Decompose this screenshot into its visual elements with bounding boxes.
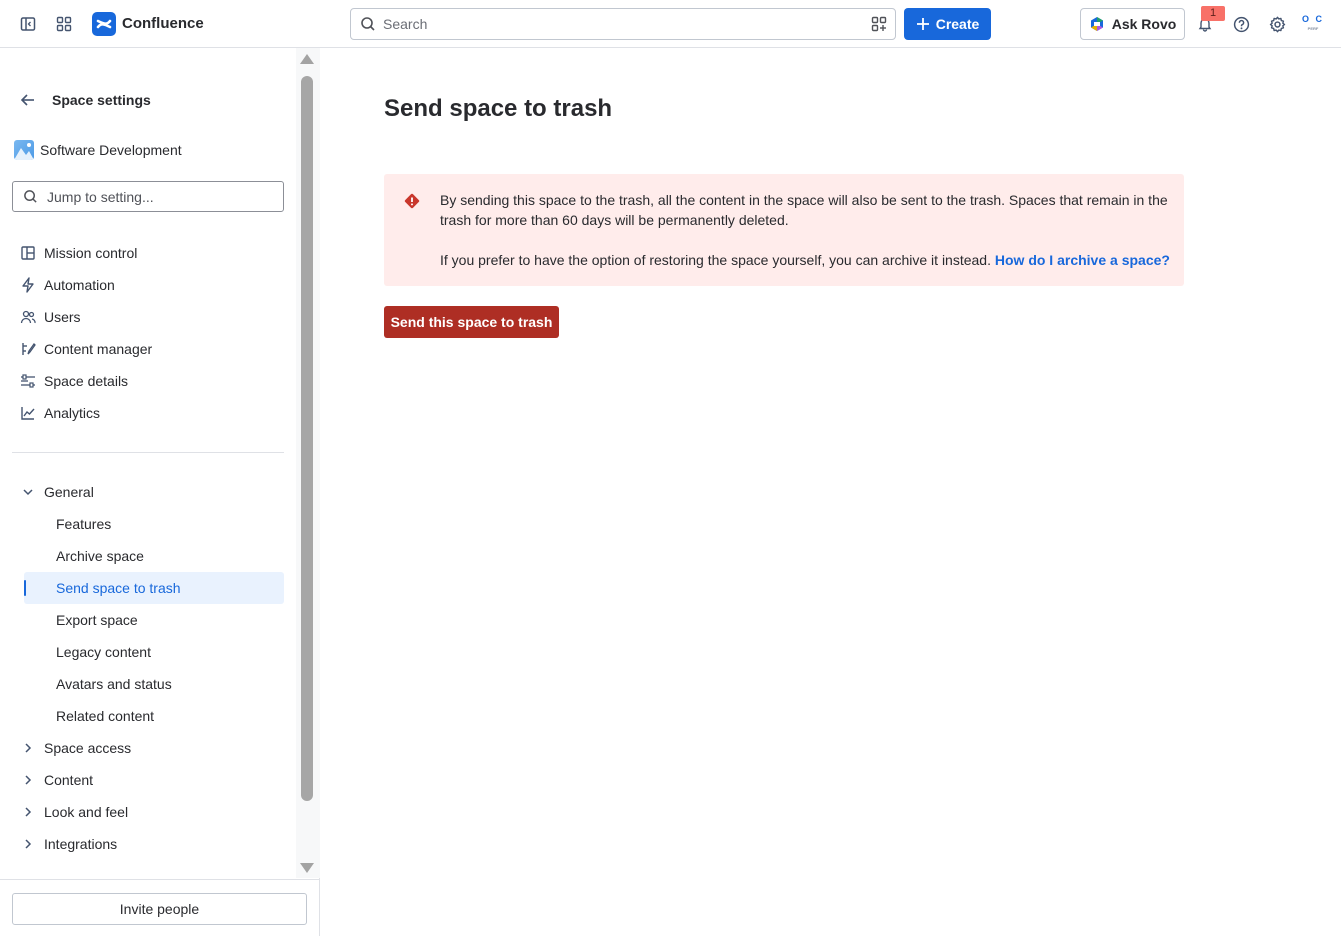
top-navigation-bar: Confluence Create Ask Rovo 1 O C PERF (0, 0, 1341, 48)
scroll-down-arrow-icon[interactable] (300, 863, 314, 873)
sidebar-subitem-avatars-and-status[interactable]: Avatars and status (24, 668, 284, 700)
chevron-right-icon (12, 838, 44, 850)
user-avatar[interactable]: O C PERF (1300, 14, 1326, 34)
sidebar-section-integrations[interactable]: Integrations (12, 828, 284, 860)
content-manager-icon (12, 341, 44, 357)
sidebar-section-label: General (44, 484, 94, 500)
subitem-label: Send space to trash (56, 580, 181, 596)
product-name[interactable]: Confluence (122, 15, 204, 32)
page-title: Send space to trash (384, 95, 613, 122)
sidebar-subitem-send-space-to-trash[interactable]: Send space to trash (24, 572, 284, 604)
sidebar-item-label: Mission control (44, 245, 138, 261)
jump-to-setting-input[interactable] (47, 182, 277, 211)
sidebar-item-content-manager[interactable]: Content manager (12, 333, 284, 365)
sidebar-divider (12, 452, 284, 453)
scroll-up-arrow-icon[interactable] (300, 54, 314, 64)
sidebar-section-label: Space access (44, 740, 132, 756)
sidebar-section-look-and-feel[interactable]: Look and feel (12, 796, 284, 828)
sidebar-scrollbar[interactable] (296, 48, 320, 878)
sidebar-item-label: Space details (44, 373, 129, 389)
sidebar-item-label: Users (44, 309, 81, 325)
sidebar-section-content[interactable]: Content (12, 764, 284, 796)
sidebar-title: Space settings (52, 92, 151, 108)
settings-gear-icon[interactable] (1265, 12, 1289, 36)
subitem-label: Features (56, 516, 112, 532)
scrollbar-thumb[interactable] (301, 76, 313, 801)
sliders-icon (12, 373, 44, 389)
warning-alert: By sending this space to the trash, all … (384, 174, 1184, 286)
app-switcher-icon[interactable] (52, 12, 76, 36)
help-icon[interactable] (1229, 12, 1253, 36)
subitem-label: Avatars and status (56, 676, 172, 692)
layout-icon (12, 245, 44, 261)
people-icon (12, 309, 44, 325)
confluence-logo-icon[interactable] (92, 12, 116, 36)
sidebar-item-analytics[interactable]: Analytics (12, 397, 284, 429)
search-bar[interactable] (350, 8, 896, 40)
subitem-label: Archive space (56, 548, 144, 564)
sidebar-subitem-legacy-content[interactable]: Legacy content (24, 636, 284, 668)
sidebar-subitem-export-space[interactable]: Export space (24, 604, 284, 636)
search-icon (360, 16, 376, 35)
alert-text-primary: By sending this space to the trash, all … (440, 192, 1168, 228)
space-name[interactable]: Software Development (40, 142, 182, 158)
chevron-right-icon (12, 806, 44, 818)
sidebar-section-label: Look and feel (44, 804, 129, 820)
sidebar-section-general[interactable]: General (12, 476, 284, 508)
alert-text-secondary: If you prefer to have the option of rest… (440, 250, 1170, 270)
sidebar-item-label: Automation (44, 277, 115, 293)
chevron-right-icon (12, 742, 44, 754)
sidebar-subitem-archive-space[interactable]: Archive space (24, 540, 284, 572)
search-input[interactable] (383, 9, 863, 39)
sidebar-item-space-details[interactable]: Space details (12, 365, 284, 397)
chevron-down-icon (12, 486, 44, 498)
sidebar-item-label: Content manager (44, 341, 153, 357)
notification-count-badge: 1 (1201, 6, 1225, 21)
chart-icon (12, 405, 44, 421)
lightning-icon (12, 277, 44, 293)
sidebar-item-label: Analytics (44, 405, 101, 421)
subitem-label: Legacy content (56, 644, 151, 660)
avatar-subtext: PERF (1307, 26, 1319, 31)
sidebar-subitem-features[interactable]: Features (24, 508, 284, 540)
create-button-label: Create (935, 16, 980, 32)
subitem-label: Related content (56, 708, 155, 724)
rovo-icon (1090, 17, 1103, 31)
sidebar-item-mission-control[interactable]: Mission control (12, 237, 284, 269)
subitem-label: Export space (56, 612, 138, 628)
sidebar-toggle-icon[interactable] (16, 12, 40, 36)
alert-text-secondary-body: If you prefer to have the option of rest… (440, 252, 991, 268)
sidebar-section-label: Integrations (44, 836, 118, 852)
space-avatar-icon (14, 140, 34, 160)
ask-rovo-label: Ask Rovo (1111, 16, 1177, 32)
plus-icon (916, 18, 929, 30)
sidebar-item-automation[interactable]: Automation (12, 269, 284, 301)
sidebar-section-space-access[interactable]: Space access (12, 732, 284, 764)
send-space-to-trash-button[interactable]: Send this space to trash (384, 306, 559, 338)
archive-help-link[interactable]: How do I archive a space? (995, 252, 1170, 268)
sidebar-footer: Invite people (0, 879, 319, 936)
create-button[interactable]: Create (904, 8, 991, 40)
sidebar-subitem-related-content[interactable]: Related content (24, 700, 284, 732)
error-diamond-icon (403, 192, 421, 213)
sidebar-section-label: Content (44, 772, 94, 788)
chevron-right-icon (12, 774, 44, 786)
search-icon (23, 189, 38, 207)
back-arrow-icon[interactable] (18, 90, 38, 113)
invite-people-button[interactable]: Invite people (12, 893, 307, 925)
sidebar-item-users[interactable]: Users (12, 301, 284, 333)
jump-to-setting-field[interactable] (12, 181, 284, 212)
ask-rovo-button[interactable]: Ask Rovo (1080, 8, 1185, 40)
search-filter-icon[interactable] (871, 16, 887, 35)
avatar-initials: O C (1301, 14, 1324, 24)
